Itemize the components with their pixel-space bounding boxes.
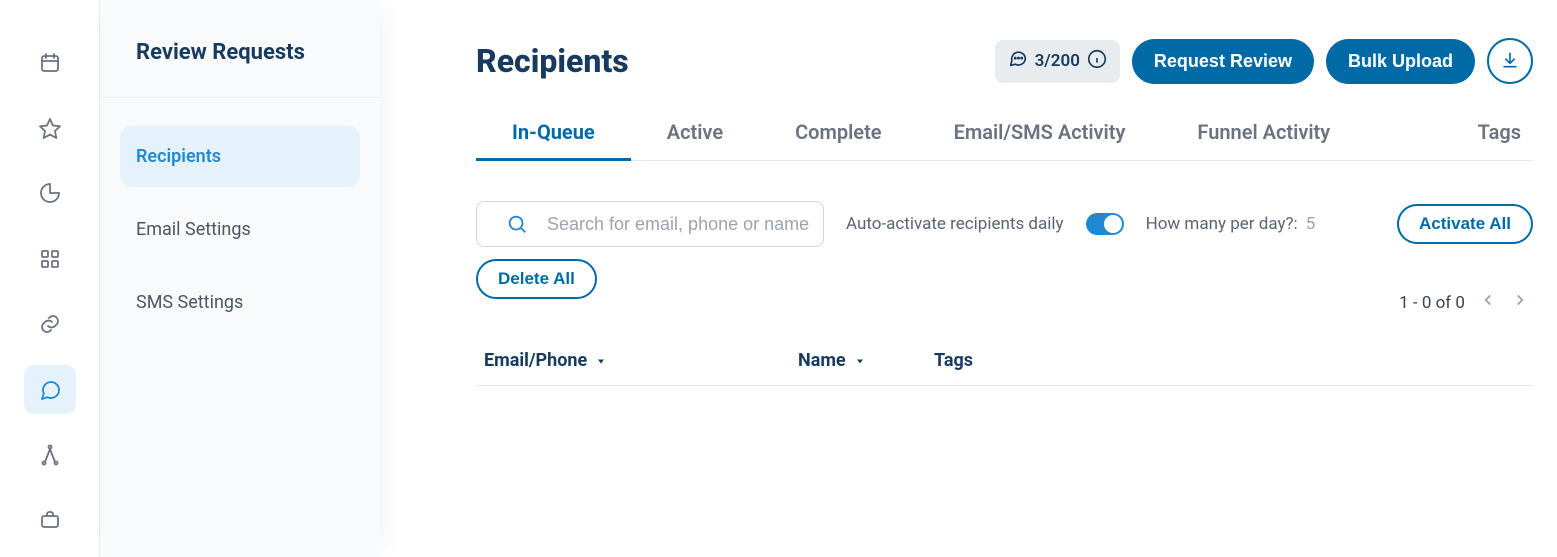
- chat-bubble-icon: [1007, 48, 1029, 75]
- secondary-sidebar: Review Requests Recipients Email Setting…: [100, 0, 380, 557]
- sidebar-item-label: SMS Settings: [136, 292, 243, 313]
- pagination-label: 1 - 0 of 0: [1399, 293, 1465, 313]
- nav-briefcase-icon[interactable]: [24, 496, 76, 545]
- chevron-right-icon: [1511, 291, 1529, 314]
- search-wrapper: [476, 201, 824, 247]
- sort-down-icon: [854, 355, 866, 367]
- column-name[interactable]: Name: [798, 350, 880, 371]
- quota-text: 3/200: [1035, 51, 1080, 71]
- nav-compass-icon[interactable]: [24, 430, 76, 479]
- sidebar-item-sms-settings[interactable]: SMS Settings: [120, 272, 360, 333]
- nav-pie-icon[interactable]: [24, 169, 76, 218]
- info-icon[interactable]: [1086, 48, 1108, 75]
- icon-rail: [0, 0, 100, 557]
- auto-activate-label: Auto-activate recipients daily: [846, 214, 1064, 234]
- page-prev-button[interactable]: [1479, 291, 1497, 314]
- per-day-wrapper: How many per day?: 5: [1146, 214, 1316, 234]
- sort-down-icon: [595, 355, 607, 367]
- download-button[interactable]: [1487, 38, 1533, 84]
- per-day-value: 5: [1306, 214, 1316, 234]
- page-title: Recipients: [476, 42, 629, 80]
- column-label: Email/Phone: [484, 350, 587, 371]
- sidebar-item-recipients[interactable]: Recipients: [120, 126, 360, 187]
- sidebar-item-label: Email Settings: [136, 219, 251, 240]
- bulk-upload-button[interactable]: Bulk Upload: [1326, 39, 1475, 84]
- sidebar-title: Review Requests: [100, 0, 380, 98]
- nav-star-icon[interactable]: [24, 103, 76, 152]
- controls-row: Auto-activate recipients daily How many …: [476, 201, 1533, 247]
- header-actions: 3/200 Request Review Bulk Upload: [995, 38, 1533, 84]
- tab-complete[interactable]: Complete: [759, 108, 917, 161]
- nav-chat-icon[interactable]: [24, 365, 76, 414]
- activate-all-button[interactable]: Activate All: [1397, 204, 1533, 244]
- table-header-row: Email/Phone Name Tags: [476, 336, 1533, 385]
- download-icon: [1500, 50, 1520, 73]
- nav-link-icon[interactable]: [24, 300, 76, 349]
- sidebar-item-label: Recipients: [136, 146, 221, 167]
- tabs-bar: In-Queue Active Complete Email/SMS Activ…: [476, 108, 1533, 161]
- column-tags[interactable]: Tags: [934, 350, 1525, 371]
- main-content: Recipients 3/200 Request Review Bulk Upl…: [380, 0, 1557, 557]
- tab-in-queue[interactable]: In-Queue: [476, 108, 631, 161]
- tab-email-sms-activity[interactable]: Email/SMS Activity: [918, 108, 1162, 161]
- recipients-table: Email/Phone Name Tags: [476, 336, 1533, 386]
- column-label: Name: [798, 350, 846, 371]
- quota-chip: 3/200: [995, 40, 1120, 83]
- per-day-label: How many per day?:: [1146, 214, 1298, 234]
- page-next-button[interactable]: [1511, 291, 1529, 314]
- tab-active[interactable]: Active: [631, 108, 759, 161]
- tab-tags[interactable]: Tags: [1466, 108, 1533, 161]
- chevron-left-icon: [1479, 291, 1497, 314]
- nav-calendar-icon[interactable]: [24, 38, 76, 87]
- page-header: Recipients 3/200 Request Review Bulk Upl…: [476, 38, 1533, 84]
- tab-funnel-activity[interactable]: Funnel Activity: [1161, 108, 1366, 161]
- auto-activate-toggle[interactable]: [1086, 213, 1124, 235]
- search-input[interactable]: [476, 201, 824, 247]
- sidebar-item-email-settings[interactable]: Email Settings: [120, 199, 360, 260]
- nav-grid-icon[interactable]: [24, 234, 76, 283]
- sidebar-nav: Recipients Email Settings SMS Settings: [100, 98, 380, 333]
- pagination: 1 - 0 of 0: [476, 291, 1533, 314]
- column-label: Tags: [934, 350, 973, 371]
- column-email-phone[interactable]: Email/Phone: [484, 350, 744, 371]
- request-review-button[interactable]: Request Review: [1132, 39, 1314, 84]
